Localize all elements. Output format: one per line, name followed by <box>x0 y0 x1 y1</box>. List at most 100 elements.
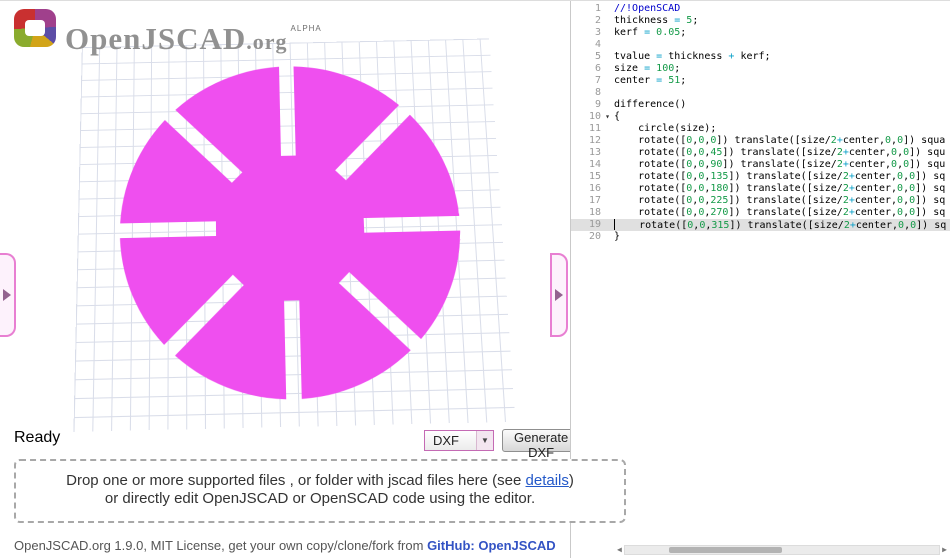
line-number: 16 <box>588 183 601 194</box>
line-number: 5 <box>594 51 601 62</box>
code-text: rotate([0,0,45]) translate([size/2+cente… <box>614 147 946 158</box>
fold-gutter-spacer <box>601 63 614 75</box>
code-line[interactable]: 17 rotate([0,0,225]) translate([size/2+c… <box>571 195 950 207</box>
scrollbar-track[interactable] <box>623 545 941 555</box>
design-shape-circle <box>117 62 471 404</box>
fold-gutter-spacer <box>601 87 614 99</box>
dropzone-text-before: Drop one or more supported files , or fo… <box>66 472 526 489</box>
code-line[interactable]: 8 <box>571 87 950 99</box>
line-number: 9 <box>594 99 601 110</box>
line-number: 14 <box>588 159 601 170</box>
line-number: 8 <box>594 87 601 98</box>
logo-suffix: .org <box>246 29 288 54</box>
code-line[interactable]: 13 rotate([0,0,45]) translate([size/2+ce… <box>571 147 950 159</box>
fold-gutter-spacer <box>601 207 614 219</box>
line-number: 7 <box>594 75 601 86</box>
code-text: circle(size); <box>614 123 717 134</box>
line-number: 19 <box>588 219 601 230</box>
line-number: 11 <box>588 123 601 134</box>
app-logo: OpenJSCAD.orgALPHA <box>14 9 322 62</box>
viewer-canvas[interactable] <box>73 38 516 432</box>
format-select-value: DXF <box>433 433 459 448</box>
code-text: //!OpenSCAD <box>614 3 681 14</box>
line-number: 1 <box>594 3 601 14</box>
code-line[interactable]: 10 ▾{ <box>571 111 950 123</box>
scroll-left-icon[interactable]: ◀ <box>617 544 622 556</box>
fold-gutter-spacer <box>601 135 614 147</box>
code-text: center = 51; <box>614 75 687 86</box>
code-line[interactable]: 20} <box>571 231 950 243</box>
code-line[interactable]: 3 kerf = 0.05; <box>571 27 950 39</box>
fold-gutter-spacer <box>601 147 614 159</box>
code-text: rotate([0,0,135]) translate([size/2+cent… <box>614 171 946 182</box>
fold-gutter-spacer <box>601 123 614 135</box>
code-text: rotate([0,0,180]) translate([size/2+cent… <box>614 183 946 194</box>
chevron-down-icon: ▼ <box>476 431 493 450</box>
left-panel-handle[interactable] <box>0 253 16 337</box>
fold-gutter-spacer <box>601 231 614 243</box>
fold-gutter-spacer <box>601 3 614 15</box>
code-line[interactable]: 9 difference() <box>571 99 950 111</box>
viewer-panel: OpenJSCAD.orgALPHA Ready DXF ▼ Generate … <box>0 1 626 558</box>
code-line[interactable]: 16 rotate([0,0,180]) translate([size/2+c… <box>571 183 950 195</box>
code-text: difference() <box>614 99 687 110</box>
code-text: thickness = 5; <box>614 15 699 26</box>
code-text: rotate([0,0,315]) translate([size/2+cent… <box>614 219 947 231</box>
code-text: rotate([0,0,90]) translate([size/2+cente… <box>614 159 946 170</box>
fold-gutter-spacer <box>601 159 614 171</box>
design-shape <box>117 62 471 404</box>
logo-wordmark: OpenJSCAD.orgALPHA <box>65 9 322 62</box>
code-text: rotate([0,0,225]) translate([size/2+cent… <box>614 195 946 206</box>
scrollbar-thumb[interactable] <box>668 547 782 553</box>
code-line[interactable]: 4 <box>571 39 950 51</box>
fold-gutter-spacer <box>601 219 614 231</box>
fold-gutter-spacer <box>601 171 614 183</box>
arrow-right-icon <box>555 289 563 301</box>
code-line[interactable]: 11 circle(size); <box>571 123 950 135</box>
fold-gutter-spacer <box>601 75 614 87</box>
code-line[interactable]: 18 rotate([0,0,270]) translate([size/2+c… <box>571 207 950 219</box>
details-link[interactable]: details <box>526 472 569 489</box>
fold-gutter-spacer <box>601 15 614 27</box>
arrow-right-icon <box>3 289 11 301</box>
line-number: 4 <box>594 39 601 50</box>
fold-arrow-icon[interactable]: ▾ <box>601 111 614 123</box>
github-link[interactable]: GitHub: OpenJSCAD <box>427 538 556 553</box>
editor-panel-handle[interactable] <box>550 253 568 337</box>
format-select[interactable]: DXF ▼ <box>424 430 494 451</box>
file-dropzone[interactable]: Drop one or more supported files , or fo… <box>14 459 626 523</box>
code-text: size = 100; <box>614 63 681 74</box>
code-line[interactable]: 5 tvalue = thickness + kerf; <box>571 51 950 63</box>
line-number: 10 <box>588 111 601 122</box>
dropzone-line1: Drop one or more supported files , or fo… <box>16 472 624 490</box>
code-line[interactable]: 1 //!OpenSCAD <box>571 3 950 15</box>
code-line[interactable]: 6 size = 100; <box>571 63 950 75</box>
code-text: rotate([0,0,0]) translate([size/2+center… <box>614 135 946 146</box>
line-number: 2 <box>594 15 601 26</box>
code-line[interactable]: 7 center = 51; <box>571 75 950 87</box>
code-line[interactable]: 15 rotate([0,0,135]) translate([size/2+c… <box>571 171 950 183</box>
footer: OpenJSCAD.org 1.9.0, MIT License, get yo… <box>14 538 556 553</box>
generate-button[interactable]: Generate DXF <box>502 429 581 460</box>
line-number: 12 <box>588 135 601 146</box>
horizontal-scrollbar[interactable]: ◀ ▶ <box>617 544 947 556</box>
scroll-right-icon[interactable]: ▶ <box>942 544 947 556</box>
code-text: rotate([0,0,270]) translate([size/2+cent… <box>614 207 946 218</box>
line-number: 18 <box>588 207 601 218</box>
code-text: } <box>614 231 621 242</box>
code-line[interactable]: 2 thickness = 5; <box>571 15 950 27</box>
code-line[interactable]: 14 rotate([0,0,90]) translate([size/2+ce… <box>571 159 950 171</box>
fold-gutter-spacer <box>601 195 614 207</box>
dropzone-text-after: ) <box>568 472 574 489</box>
fold-gutter-spacer <box>601 99 614 111</box>
code-line[interactable]: 12 rotate([0,0,0]) translate([size/2+cen… <box>571 135 950 147</box>
fold-gutter-spacer <box>601 183 614 195</box>
line-number: 6 <box>594 63 601 74</box>
code-line[interactable]: 19 rotate([0,0,315]) translate([size/2+c… <box>571 219 950 231</box>
line-number: 15 <box>588 171 601 182</box>
code-editor[interactable]: 1 //!OpenSCAD 2 thickness = 5; 3 kerf = 0.05;… <box>570 1 950 558</box>
logo-title: OpenJSCAD <box>65 21 247 56</box>
code-text: { <box>614 111 621 122</box>
fold-gutter-spacer <box>601 39 614 51</box>
